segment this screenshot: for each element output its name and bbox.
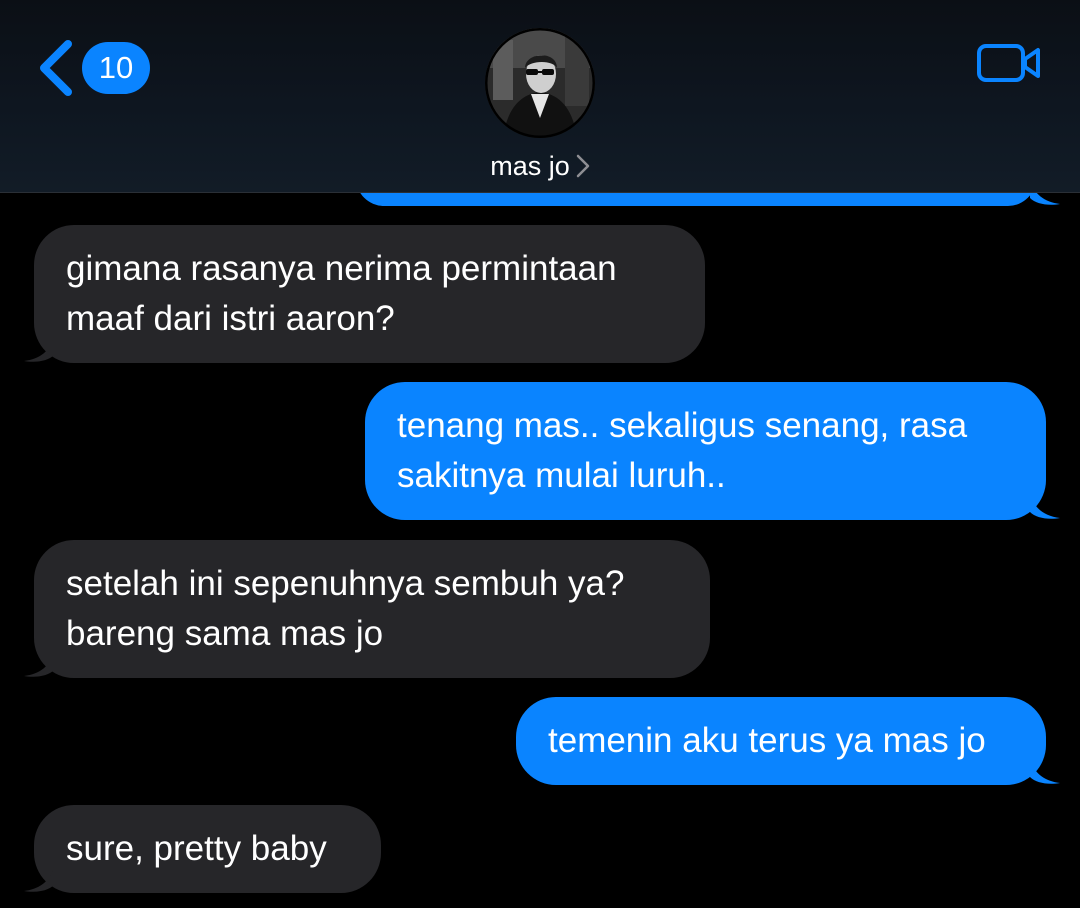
message-text: setelah ini sepenuhnya sembuh ya? <box>66 564 625 603</box>
bubble-tail <box>24 652 54 677</box>
chat-screen: 10 mas jo gimana rasanya nerima perminta… <box>0 0 1080 908</box>
message-text: bareng sama mas jo <box>66 614 384 653</box>
chevron-right-icon <box>576 154 590 178</box>
message-text: maaf dari istri aaron? <box>66 299 395 338</box>
contact-name: mas jo <box>490 150 570 181</box>
contact-avatar[interactable] <box>485 28 595 138</box>
conversation-header: 10 mas jo <box>0 0 1080 193</box>
back-button[interactable]: 10 <box>36 40 150 96</box>
message-text: tenang mas.. sekaligus senang, rasa <box>397 406 968 445</box>
message-text: temenin aku terus ya mas jo <box>548 721 986 760</box>
contact-name-button[interactable]: mas jo <box>0 144 1080 188</box>
chevron-left-icon <box>40 40 72 96</box>
message-bubble-received[interactable]: sure, pretty baby <box>34 805 381 893</box>
bubble-tail <box>1030 494 1060 519</box>
message-text: sakitnya mulai luruh.. <box>397 456 726 495</box>
message-text: gimana rasanya nerima permintaan <box>66 249 617 288</box>
message-bubble-sent[interactable]: tenang mas.. sekaligus senang, rasa saki… <box>365 382 1046 520</box>
video-camera-icon <box>977 44 1040 82</box>
message-bubble-received[interactable]: gimana rasanya nerima permintaan maaf da… <box>34 225 705 363</box>
message-bubble-sent[interactable]: temenin aku terus ya mas jo <box>516 697 1046 785</box>
video-call-button[interactable] <box>976 42 1042 84</box>
unread-count-badge: 10 <box>82 42 150 94</box>
bubble-tail <box>24 337 54 362</box>
avatar-photo <box>485 28 595 138</box>
message-bubble-received[interactable]: setelah ini sepenuhnya sembuh ya? bareng… <box>34 540 710 678</box>
bubble-tail <box>1030 759 1060 784</box>
message-text: sure, pretty baby <box>66 829 327 868</box>
bubble-tail <box>24 867 54 892</box>
